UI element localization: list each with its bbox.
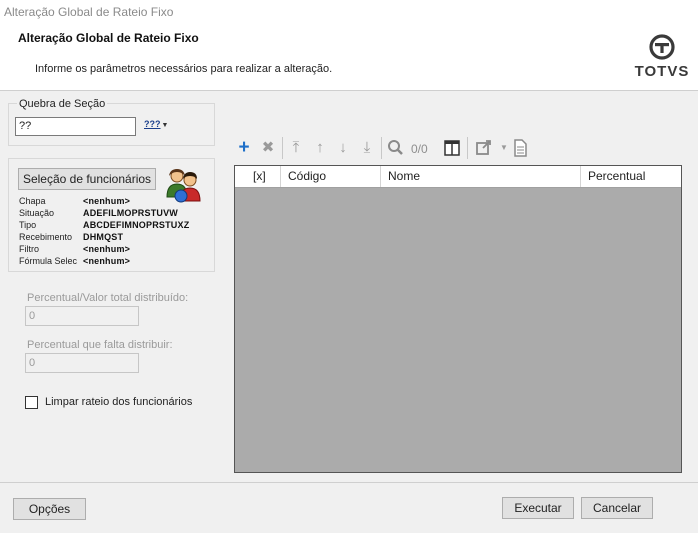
header-panel: Alteração Global de Rateio Fixo Informe … — [0, 24, 698, 91]
remaining-label: Percentual que falta distribuir: — [27, 339, 173, 351]
document-icon[interactable] — [510, 138, 530, 158]
totvs-logo: TOTVS — [630, 34, 694, 84]
footer-bar: Opções Executar Cancelar — [0, 482, 698, 533]
clear-apportionment-checkbox[interactable] — [25, 396, 38, 409]
chevron-down-icon: ▼ — [161, 122, 169, 129]
cancel-button[interactable]: Cancelar — [581, 497, 653, 519]
options-button[interactable]: Opções — [13, 498, 86, 520]
grid-header: [x] Código Nome Percentual — [235, 166, 681, 188]
column-header-name[interactable]: Nome — [381, 166, 581, 187]
property-row: Recebimento DHMQST — [19, 232, 124, 242]
logo-text: TOTVS — [634, 63, 690, 80]
total-distributed-field: 0 — [25, 306, 139, 326]
toolbar-divider — [282, 137, 283, 159]
section-break-input[interactable]: ?? — [15, 117, 136, 136]
totvs-logo-icon — [649, 34, 675, 60]
property-row: Fórmula Selec <nenhum> — [19, 256, 131, 266]
column-header-select[interactable]: [x] — [235, 166, 281, 187]
remaining-field: 0 — [25, 353, 139, 373]
employee-selection-button[interactable]: Seleção de funcionários — [18, 168, 156, 190]
employee-grid[interactable]: [x] Código Nome Percentual — [234, 165, 682, 473]
property-row: Tipo ABCDEFIMNOPRSTUXZ — [19, 220, 190, 230]
page-subtitle: Informe os parâmetros necessários para r… — [35, 63, 333, 75]
window-title: Alteração Global de Rateio Fixo — [0, 0, 698, 24]
toolbar-divider — [381, 137, 382, 159]
column-header-percent[interactable]: Percentual — [581, 166, 681, 187]
lookup-label: ??? — [144, 119, 161, 129]
section-break-group: Quebra de Seção ?? ???▼ — [8, 98, 215, 146]
section-break-lookup-button[interactable]: ???▼ — [144, 119, 170, 135]
page-title: Alteração Global de Rateio Fixo — [18, 31, 199, 45]
execute-button[interactable]: Executar — [502, 497, 574, 519]
total-distributed-label: Percentual/Valor total distribuído: — [27, 292, 189, 304]
columns-icon[interactable] — [442, 138, 462, 158]
record-count: 0/0 — [411, 142, 428, 156]
add-icon[interactable]: + — [234, 138, 254, 158]
move-last-icon[interactable]: ⤓ — [357, 138, 377, 158]
delete-icon[interactable]: ✖ — [258, 138, 278, 158]
column-header-code[interactable]: Código — [281, 166, 381, 187]
clear-apportionment-label[interactable]: Limpar rateio dos funcionários — [45, 396, 192, 408]
move-down-icon[interactable]: ↓ — [333, 138, 353, 158]
property-row: Situação ADEFILMOPRSTUVW — [19, 208, 178, 218]
grid-toolbar: + ✖ ⤒ ↑ ↓ ⤓ 0/0 ▼ — [234, 134, 682, 162]
toolbar-divider — [467, 137, 468, 159]
employee-filter-properties: Chapa <nenhum> Situação ADEFILMOPRSTUVW Ti… — [19, 195, 215, 267]
search-icon[interactable] — [386, 138, 406, 158]
section-break-legend: Quebra de Seção — [17, 98, 108, 110]
property-row: Chapa <nenhum> — [19, 196, 131, 206]
move-first-icon[interactable]: ⤒ — [286, 138, 306, 158]
property-row: Filtro <nenhum> — [19, 244, 131, 254]
employee-selection-group: Seleção de funcionários Chapa <nenhum> Si… — [8, 158, 215, 272]
move-up-icon[interactable]: ↑ — [310, 138, 330, 158]
export-icon[interactable] — [474, 138, 494, 158]
